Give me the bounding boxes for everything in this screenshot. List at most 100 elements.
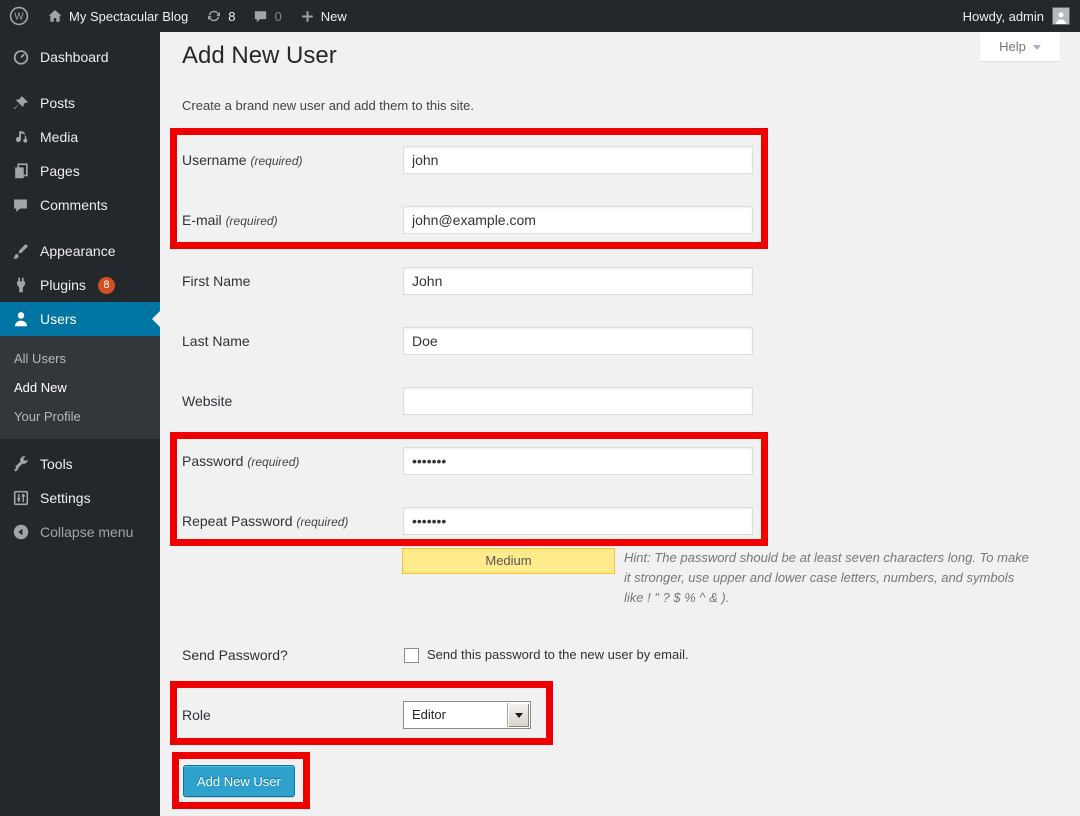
last-name-row: Last Name [182,327,753,355]
submenu-add-new[interactable]: Add New [0,373,160,402]
new-content-menu[interactable]: New [291,0,356,32]
sidebar-item-settings[interactable]: Settings [0,481,160,515]
send-password-label: Send Password? [182,644,403,666]
plugins-update-badge: 8 [98,277,115,294]
sidebar-item-pages[interactable]: Pages [0,154,160,188]
email-label: E-mail (required) [182,206,403,235]
username-input[interactable] [403,146,753,174]
role-label: Role [182,701,403,729]
pages-icon [12,162,30,180]
admin-bar: W My Spectacular Blog 8 0 New Howdy, adm… [0,0,1080,32]
required-hint: (required) [296,515,348,529]
updates-indicator[interactable]: 8 [197,0,244,32]
sidebar-label: Settings [40,490,91,506]
add-new-user-button[interactable]: Add New User [183,765,295,797]
brush-icon [12,242,30,260]
page-title: Add New User [182,42,337,70]
role-row: Role Editor [182,701,531,729]
submenu-all-users[interactable]: All Users [0,344,160,373]
update-icon [206,8,222,24]
sidebar-item-media[interactable]: Media [0,120,160,154]
first-name-row: First Name [182,267,753,295]
select-arrow-button[interactable] [507,703,529,727]
password-label: Password (required) [182,447,403,476]
email-input[interactable] [403,206,753,234]
sidebar-item-collapse-menu[interactable]: Collapse menu [0,515,160,549]
required-hint: (required) [247,455,299,469]
password-strength-section: Medium Hint: The password should be at l… [380,548,1035,608]
required-hint: (required) [250,154,302,168]
sidebar-item-dashboard[interactable]: Dashboard [0,40,160,74]
required-hint: (required) [226,214,278,228]
avatar[interactable] [1052,7,1070,25]
chevron-down-icon [1033,45,1041,54]
comment-bubble-icon [253,9,268,24]
site-name: My Spectacular Blog [69,9,188,24]
sliders-icon [12,489,30,507]
users-submenu: All Users Add New Your Profile [0,336,160,439]
username-label: Username (required) [182,146,403,175]
repeat-password-input[interactable] [403,507,753,535]
new-label: New [321,9,347,24]
sidebar-label: Plugins [40,277,86,293]
plus-icon [300,9,315,24]
wordpress-logo-icon: W [9,6,29,26]
sidebar-label: Users [40,311,77,327]
sidebar-label: Posts [40,95,75,111]
role-select[interactable]: Editor [403,701,531,729]
website-row: Website [182,387,753,415]
password-input[interactable] [403,447,753,475]
howdy-text[interactable]: Howdy, admin [963,9,1044,24]
help-button[interactable]: Help [980,32,1060,61]
sidebar-item-posts[interactable]: Posts [0,86,160,120]
comments-indicator[interactable]: 0 [244,0,290,32]
pin-icon [12,94,30,112]
sidebar-item-tools[interactable]: Tools [0,447,160,481]
password-row: Password (required) [182,447,753,476]
sidebar-item-users[interactable]: Users [0,302,160,336]
sidebar-item-appearance[interactable]: Appearance [0,234,160,268]
send-password-checkbox-label: Send this password to the new user by em… [427,644,689,666]
email-row: E-mail (required) [182,206,753,235]
sidebar-label: Collapse menu [40,524,133,540]
sidebar-label: Appearance [40,243,116,259]
last-name-label: Last Name [182,327,403,355]
website-label: Website [182,387,403,415]
collapse-arrow-icon [12,523,30,541]
media-icon [12,128,30,146]
role-selected-value: Editor [412,707,446,722]
site-link[interactable]: My Spectacular Blog [38,0,197,32]
wrench-icon [12,455,30,473]
dashboard-icon [12,48,30,66]
sidebar-label: Comments [40,197,108,213]
sidebar-item-comments[interactable]: Comments [0,188,160,222]
user-icon [12,310,30,328]
first-name-input[interactable] [403,267,753,295]
password-hint: Hint: The password should be at least se… [624,550,1029,605]
submenu-your-profile[interactable]: Your Profile [0,402,160,431]
page-subtitle: Create a brand new user and add them to … [182,98,474,113]
admin-sidebar: Dashboard Posts Media Pages Comments App… [0,32,160,816]
username-row: Username (required) [182,146,753,175]
first-name-label: First Name [182,267,403,295]
svg-text:W: W [14,12,24,23]
caret-down-icon [515,713,523,722]
repeat-password-row: Repeat Password (required) [182,507,753,536]
sidebar-label: Media [40,129,78,145]
wordpress-menu[interactable]: W [0,0,38,32]
last-name-input[interactable] [403,327,753,355]
send-password-checkbox[interactable] [404,648,419,663]
home-icon [47,8,63,24]
help-label: Help [999,39,1026,54]
repeat-password-label: Repeat Password (required) [182,507,403,536]
sidebar-item-plugins[interactable]: Plugins 8 [0,268,160,302]
password-strength-meter: Medium [402,548,615,574]
website-input[interactable] [403,387,753,415]
sidebar-label: Pages [40,163,80,179]
plug-icon [12,276,30,294]
sidebar-label: Tools [40,456,73,472]
sidebar-label: Dashboard [40,49,109,65]
send-password-row: Send Password? Send this password to the… [182,644,689,666]
comment-count: 0 [274,9,281,24]
update-count: 8 [228,9,235,24]
